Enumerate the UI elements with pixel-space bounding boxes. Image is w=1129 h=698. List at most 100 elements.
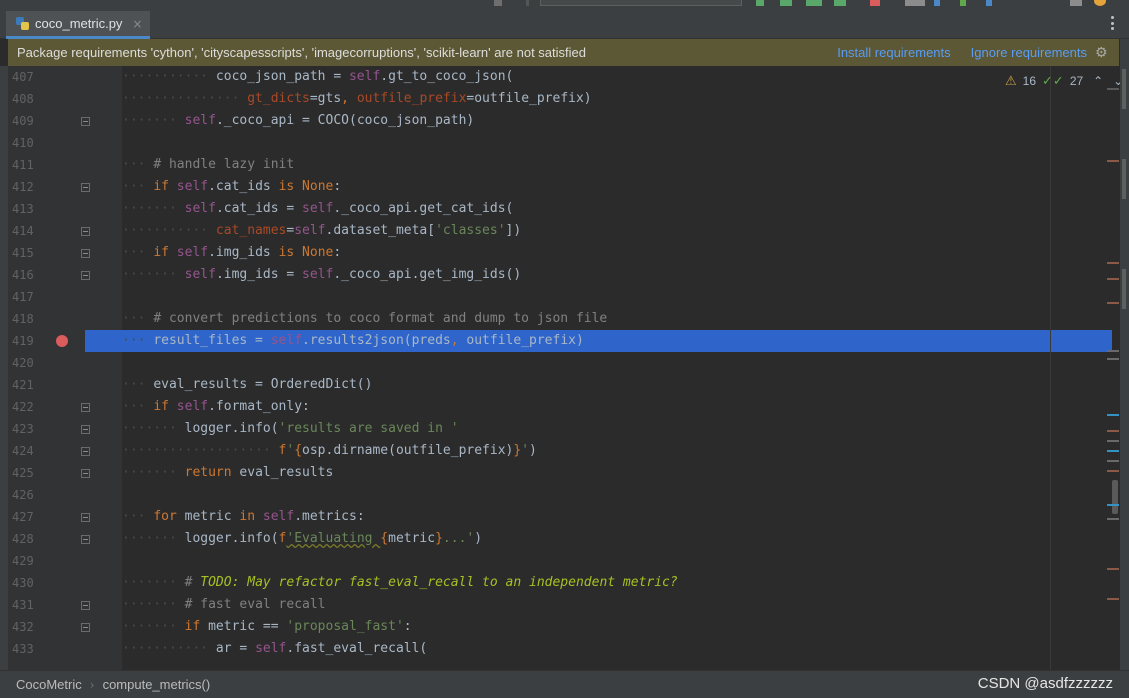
scroll-marker[interactable] bbox=[1107, 278, 1119, 280]
line-number[interactable]: 427 bbox=[12, 506, 42, 528]
fold-marker-icon[interactable] bbox=[81, 249, 90, 258]
code-line[interactable]: ··· # convert predictions to coco format… bbox=[122, 308, 1112, 330]
line-number[interactable]: 409 bbox=[12, 110, 42, 132]
code-line[interactable]: ······· self._coco_api = COCO(coco_json_… bbox=[122, 110, 1112, 132]
sidebar-tab-scimode[interactable] bbox=[1122, 159, 1126, 199]
breakpoint-icon[interactable] bbox=[56, 335, 68, 347]
code-line[interactable] bbox=[122, 286, 1112, 308]
code-line[interactable]: ··················· f'{osp.dirname(outfi… bbox=[122, 440, 1112, 462]
scroll-marker[interactable] bbox=[1107, 568, 1119, 570]
gear-icon[interactable]: ⚙ bbox=[1095, 46, 1109, 60]
code-line[interactable]: ··· if self.img_ids is None: bbox=[122, 242, 1112, 264]
code-line[interactable]: ··· # handle lazy init bbox=[122, 154, 1112, 176]
line-number[interactable]: 415 bbox=[12, 242, 42, 264]
more-options-icon[interactable] bbox=[1111, 16, 1115, 30]
code-line[interactable] bbox=[122, 484, 1112, 506]
fold-marker-icon[interactable] bbox=[81, 183, 90, 192]
code-line[interactable]: ··· if self.format_only: bbox=[122, 396, 1112, 418]
scroll-marker[interactable] bbox=[1107, 350, 1119, 352]
line-number[interactable]: 433 bbox=[12, 638, 42, 660]
line-number[interactable]: 428 bbox=[12, 528, 42, 550]
fold-marker-icon[interactable] bbox=[81, 623, 90, 632]
line-number[interactable]: 421 bbox=[12, 374, 42, 396]
code-line[interactable]: ··· result_files = self.results2json(pre… bbox=[122, 330, 1112, 352]
scroll-marker[interactable] bbox=[1107, 414, 1119, 416]
ignore-requirements-link[interactable]: Ignore requirements bbox=[971, 45, 1087, 60]
scroll-marker[interactable] bbox=[1107, 504, 1119, 506]
sidebar-tab-notifications[interactable] bbox=[1122, 269, 1126, 309]
scroll-marker[interactable] bbox=[1107, 460, 1119, 462]
sidebar-tab-database[interactable] bbox=[1122, 69, 1126, 109]
scroll-marker[interactable] bbox=[1107, 430, 1119, 432]
editor-gutter[interactable]: 407 408 409 410 411 412 413 414 415 416 417 418 419 4… bbox=[8, 66, 122, 670]
fold-marker-icon[interactable] bbox=[81, 227, 90, 236]
code-line[interactable] bbox=[122, 550, 1112, 572]
code-line[interactable]: ······· return eval_results bbox=[122, 462, 1112, 484]
fold-marker-icon[interactable] bbox=[81, 469, 90, 478]
line-number[interactable]: 426 bbox=[12, 484, 42, 506]
scroll-marker[interactable] bbox=[1107, 450, 1119, 452]
scroll-marker[interactable] bbox=[1107, 262, 1119, 264]
close-icon[interactable]: × bbox=[132, 17, 142, 31]
fold-marker-icon[interactable] bbox=[81, 601, 90, 610]
scrollbar-thumb[interactable] bbox=[1112, 480, 1118, 514]
code-line[interactable]: ··· eval_results = OrderedDict() bbox=[122, 374, 1112, 396]
fold-marker-icon[interactable] bbox=[81, 535, 90, 544]
code-editor[interactable]: ··········· coco_json_path = self.gt_to_… bbox=[122, 66, 1112, 670]
line-number[interactable]: 417 bbox=[12, 286, 42, 308]
code-line[interactable]: ··········· ar = self.fast_eval_recall( bbox=[122, 638, 1112, 660]
line-number[interactable]: 410 bbox=[12, 132, 42, 154]
scroll-marker[interactable] bbox=[1107, 440, 1119, 442]
code-line[interactable]: ······· logger.info(f'Evaluating {metric… bbox=[122, 528, 1112, 550]
line-number[interactable]: 408 bbox=[12, 88, 42, 110]
code-line[interactable]: ······· # TODO: May refactor fast_eval_r… bbox=[122, 572, 1112, 594]
code-line[interactable]: ······· self.img_ids = self._coco_api.ge… bbox=[122, 264, 1112, 286]
line-number[interactable]: 425 bbox=[12, 462, 42, 484]
code-line[interactable] bbox=[122, 132, 1112, 154]
code-line[interactable]: ······· self.cat_ids = self._coco_api.ge… bbox=[122, 198, 1112, 220]
fold-marker-icon[interactable] bbox=[81, 447, 90, 456]
code-line[interactable]: ······· # fast eval recall bbox=[122, 594, 1112, 616]
code-line[interactable] bbox=[122, 352, 1112, 374]
scroll-marker[interactable] bbox=[1107, 358, 1119, 360]
line-number[interactable]: 422 bbox=[12, 396, 42, 418]
fold-marker-icon[interactable] bbox=[81, 271, 90, 280]
scroll-marker[interactable] bbox=[1107, 518, 1119, 520]
line-number[interactable]: 413 bbox=[12, 198, 42, 220]
code-line[interactable]: ··· if self.cat_ids is None: bbox=[122, 176, 1112, 198]
code-line[interactable]: ··········· coco_json_path = self.gt_to_… bbox=[122, 66, 1112, 88]
line-number[interactable]: 418 bbox=[12, 308, 42, 330]
line-number[interactable]: 423 bbox=[12, 418, 42, 440]
line-number[interactable]: 416 bbox=[12, 264, 42, 286]
code-line[interactable]: ······· if metric == 'proposal_fast': bbox=[122, 616, 1112, 638]
line-number[interactable]: 419 bbox=[12, 330, 42, 352]
install-requirements-link[interactable]: Install requirements bbox=[837, 45, 950, 60]
line-number[interactable]: 424 bbox=[12, 440, 42, 462]
line-number[interactable]: 411 bbox=[12, 154, 42, 176]
breadcrumb-class[interactable]: CocoMetric bbox=[16, 677, 82, 692]
scroll-marker[interactable] bbox=[1107, 88, 1119, 90]
code-line[interactable]: ··············· gt_dicts=gts, outfile_pr… bbox=[122, 88, 1112, 110]
vertical-scrollbar[interactable] bbox=[1100, 66, 1120, 670]
line-number[interactable]: 431 bbox=[12, 594, 42, 616]
code-line[interactable]: ··········· cat_names=self.dataset_meta[… bbox=[122, 220, 1112, 242]
scroll-marker[interactable] bbox=[1107, 160, 1119, 162]
line-number[interactable]: 414 bbox=[12, 220, 42, 242]
fold-marker-icon[interactable] bbox=[81, 117, 90, 126]
line-number[interactable]: 432 bbox=[12, 616, 42, 638]
fold-marker-icon[interactable] bbox=[81, 425, 90, 434]
code-line[interactable]: ······· logger.info('results are saved i… bbox=[122, 418, 1112, 440]
line-number[interactable]: 407 bbox=[12, 66, 42, 88]
line-number[interactable]: 429 bbox=[12, 550, 42, 572]
tab-coco-metric[interactable]: coco_metric.py × bbox=[6, 11, 151, 39]
line-number[interactable]: 420 bbox=[12, 352, 42, 374]
fold-marker-icon[interactable] bbox=[81, 403, 90, 412]
fold-marker-icon[interactable] bbox=[81, 513, 90, 522]
scroll-marker[interactable] bbox=[1107, 302, 1119, 304]
scroll-marker[interactable] bbox=[1107, 598, 1119, 600]
line-number[interactable]: 412 bbox=[12, 176, 42, 198]
line-number[interactable]: 430 bbox=[12, 572, 42, 594]
breadcrumb-method[interactable]: compute_metrics() bbox=[103, 677, 211, 692]
code-line[interactable]: ··· for metric in self.metrics: bbox=[122, 506, 1112, 528]
scroll-marker[interactable] bbox=[1107, 470, 1119, 472]
